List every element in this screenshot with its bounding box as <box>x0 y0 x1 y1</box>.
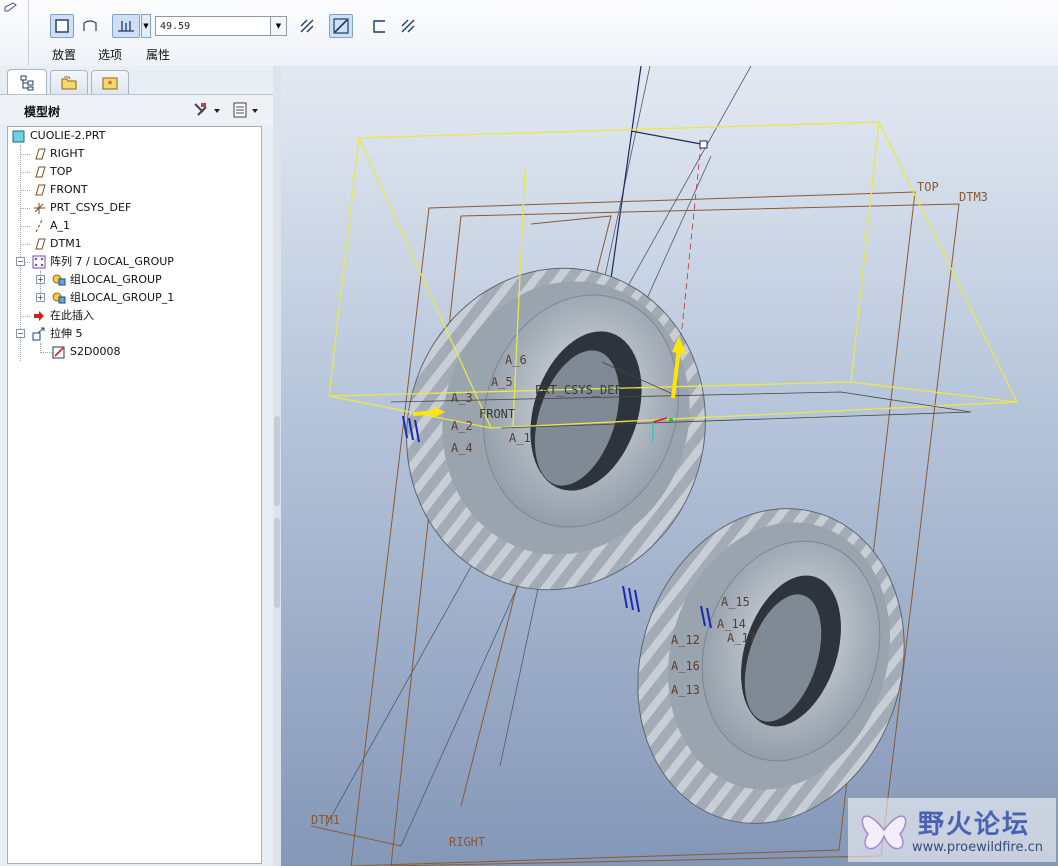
thicken-sketch-button[interactable] <box>367 14 391 38</box>
depth-type-dropdown[interactable]: ▼ <box>141 14 151 38</box>
watermark-url: www.proewildfire.cn <box>912 840 1043 855</box>
model-tree[interactable]: CUOLIE-2.PRT RIGHT TOP FRONT PRT_CSYS_DE… <box>7 126 262 864</box>
datum-label-dtm1: DTM1 <box>311 813 340 827</box>
flip-direction-button[interactable] <box>295 14 319 38</box>
tree-title: 模型树 <box>24 105 61 119</box>
collapse-toggle[interactable]: − <box>16 329 25 338</box>
model-scene[interactable]: TOP DTM3 DTM1 RIGHT PRT_CSYS_DEF FRONT A… <box>281 66 1058 866</box>
tab-folder-browser[interactable] <box>50 70 88 94</box>
extrude-icon <box>32 327 45 341</box>
navigator-panel: * 模型树 CUOLIE-2.PRT RIGHT TOP FRONT PRT_C… <box>0 66 273 866</box>
depth-input[interactable] <box>156 17 276 35</box>
chevron-down-icon: ▼ <box>275 22 282 30</box>
remove-material-icon <box>333 18 349 34</box>
datum-label-front: FRONT <box>479 407 515 421</box>
blind-depth-icon <box>118 21 134 32</box>
depth-field[interactable]: ▼ <box>155 16 287 36</box>
axis-label: A_5 <box>491 375 513 389</box>
expand-toggle[interactable]: + <box>36 275 45 284</box>
solid-button[interactable] <box>50 14 74 38</box>
datum-plane-icon <box>35 148 46 160</box>
extrude-dashboard: ▼ ▼ 放置 选项 属性 <box>0 0 1058 67</box>
folder-icon <box>61 76 77 89</box>
splitter-grip[interactable] <box>274 416 280 506</box>
datum-label-csys: PRT_CSYS_DEF <box>535 383 622 397</box>
axis-label: A_17 <box>727 631 756 645</box>
watermark-title: 野火论坛 <box>918 810 1031 840</box>
depth-type-button[interactable] <box>112 14 140 38</box>
datum-plane-icon <box>35 184 46 196</box>
axis-label: A_4 <box>451 441 473 455</box>
collapse-toggle[interactable]: − <box>16 257 25 266</box>
axis-label: A_14 <box>717 617 746 631</box>
axis-label: A_16 <box>671 659 700 673</box>
tab-options[interactable]: 选项 <box>98 46 122 63</box>
tools-icon <box>194 103 220 116</box>
splitter-grip[interactable] <box>274 518 280 608</box>
part-icon <box>12 130 25 143</box>
group-icon <box>52 274 66 286</box>
axis-label: A_12 <box>671 633 700 647</box>
surface-button[interactable] <box>78 14 102 38</box>
tab-placement[interactable]: 放置 <box>52 46 76 63</box>
datum-plane-icon <box>35 166 46 178</box>
tree-show-button[interactable] <box>232 101 264 119</box>
tab-properties[interactable]: 属性 <box>146 46 170 63</box>
chevron-down-icon: ▼ <box>143 22 149 30</box>
solid-icon <box>55 19 69 33</box>
group-icon <box>52 292 66 304</box>
axis-label: A_15 <box>721 595 750 609</box>
axis-label: A_13 <box>671 683 700 697</box>
flip-direction-icon <box>300 19 314 33</box>
dashboard-grip[interactable] <box>0 0 29 66</box>
pattern-icon <box>32 255 46 269</box>
svg-text:*: * <box>108 80 113 90</box>
tree-header: 模型树 <box>0 94 273 125</box>
panel-splitter[interactable] <box>273 66 281 866</box>
butterfly-logo-icon <box>861 815 907 850</box>
expand-toggle[interactable]: + <box>36 293 45 302</box>
show-list-icon <box>233 102 258 118</box>
thicken-flip-button[interactable] <box>396 14 420 38</box>
thicken-flip-icon <box>401 19 415 33</box>
axis-label: A_3 <box>451 391 473 405</box>
axis-label: A_6 <box>505 353 527 367</box>
tab-favorites[interactable]: * <box>91 70 129 94</box>
thicken-icon <box>373 20 385 33</box>
axis-label: A_1 <box>509 431 531 445</box>
axis-label: A_2 <box>451 419 473 433</box>
tab-model-tree[interactable] <box>7 69 47 95</box>
datum-label-right: RIGHT <box>449 835 485 849</box>
datum-plane-icon <box>35 238 46 250</box>
graphics-window[interactable]: TOP DTM3 DTM1 RIGHT PRT_CSYS_DEF FRONT A… <box>281 66 1058 866</box>
datum-axis-icon <box>35 219 43 233</box>
surface-icon <box>83 20 97 31</box>
forum-watermark: 野火论坛 www.proewildfire.cn <box>848 798 1056 862</box>
sketch-icon <box>52 346 65 359</box>
depth-dropdown[interactable]: ▼ <box>270 17 286 35</box>
favorites-icon: * <box>102 77 118 90</box>
coordinate-system-icon <box>34 203 45 214</box>
model-tree-icon <box>20 75 34 90</box>
remove-material-button[interactable] <box>329 14 353 38</box>
datum-label-dtm3: DTM3 <box>959 190 988 204</box>
insert-arrow-icon <box>34 311 44 321</box>
datum-label-top: TOP <box>917 180 939 194</box>
pencil-icon <box>4 2 17 12</box>
tree-settings-button[interactable] <box>192 101 224 119</box>
